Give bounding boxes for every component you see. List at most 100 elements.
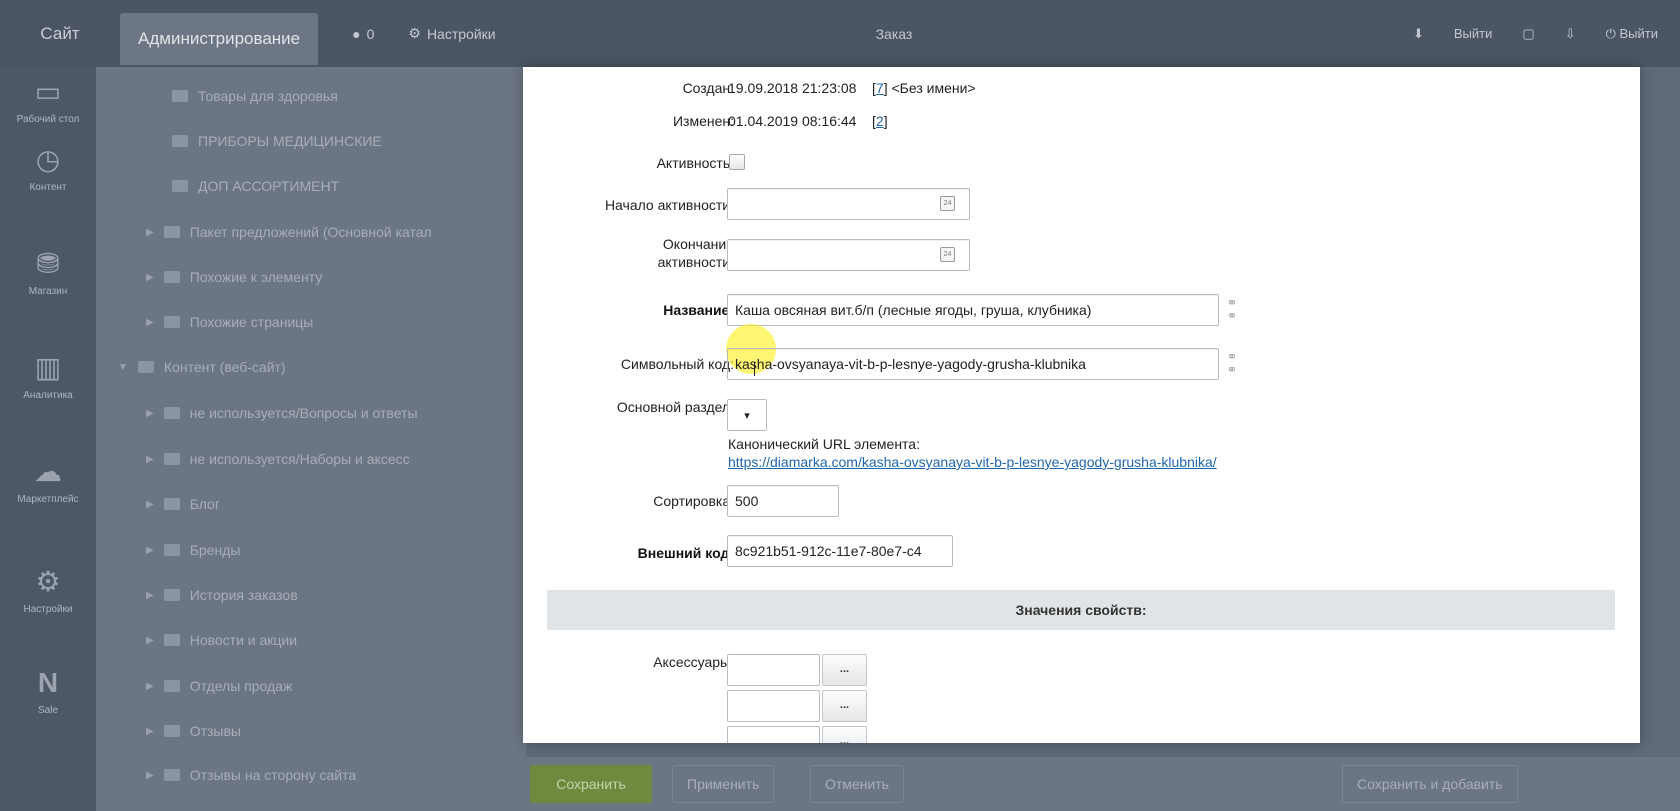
tree-item[interactable]: ▶ Отделы продаж — [146, 676, 292, 696]
list-icon — [163, 453, 180, 465]
list-icon — [163, 316, 180, 328]
xml-id-input[interactable]: 8c921b51-912c-11e7-80e7-c4 — [727, 535, 953, 567]
modified-label: Изменен: — [672, 113, 734, 129]
rail-shop[interactable]: ⛃ Магазин — [0, 247, 96, 297]
chevron-right-icon[interactable]: ▶ — [146, 726, 154, 737]
browse-button[interactable]: ... — [822, 654, 867, 686]
content-icon: ◷ — [35, 144, 61, 175]
rail-analytics[interactable]: ▥ Аналитика — [0, 351, 96, 401]
code-input[interactable]: kasha-ovsyanaya-vit-b-p-lesnye-yagody-gr… — [727, 348, 1219, 380]
canonical-label: Канонический URL элемента: — [728, 436, 920, 452]
list-icon — [163, 271, 180, 283]
canonical-url-link[interactable]: https://diamarka.com/kasha-ovsyanaya-vit… — [728, 454, 1217, 470]
modified-user-link[interactable]: 2 — [876, 113, 884, 129]
gear-icon: ⚙ — [35, 566, 61, 597]
folder-icon — [172, 135, 188, 147]
list-icon — [163, 680, 180, 692]
tree-item[interactable]: ▼ Контент (веб-сайт) — [118, 357, 286, 377]
tree-item[interactable]: ▶ История заказов — [146, 585, 298, 605]
top-center-item[interactable]: Заказ — [876, 26, 913, 42]
tree-item[interactable]: ▶ Похожие к элементу — [146, 267, 322, 287]
canonical-url-row: https://diamarka.com/kasha-ovsyanaya-vit… — [728, 452, 1217, 472]
rail-content[interactable]: ◷ Контент — [0, 143, 96, 193]
chevron-right-icon[interactable]: ▶ — [146, 499, 154, 510]
created-info: 19.09.2018 21:23:08 [7] <Без имени> — [728, 80, 976, 96]
list-icon — [163, 634, 180, 646]
chevron-right-icon[interactable]: ▶ — [146, 317, 154, 328]
link-icon[interactable]: ⚭ ⚭ — [1225, 350, 1239, 376]
tree-item[interactable]: ▶ Бренды — [146, 540, 240, 560]
active-from-input[interactable] — [727, 188, 970, 220]
browse-button[interactable]: ... — [822, 690, 867, 722]
section-label: Основной раздел: — [616, 399, 734, 415]
link-icon[interactable]: ⚭ ⚭ — [1225, 296, 1239, 322]
active-to-label: Окончание активности: — [657, 236, 734, 270]
accessory-input[interactable] — [727, 726, 820, 743]
active-to-input[interactable] — [727, 239, 970, 271]
save-button[interactable]: Сохранить — [530, 765, 652, 803]
tree-item[interactable]: Товары для здоровья — [172, 86, 338, 106]
accessories-label: Аксессуары: — [653, 654, 734, 670]
tree-item[interactable]: ▶ Новости и акции — [146, 630, 297, 650]
notifications-button[interactable]: ● 0 — [352, 26, 374, 42]
site-tab[interactable]: Сайт — [0, 24, 120, 44]
active-checkbox[interactable] — [729, 154, 745, 170]
calendar-icon[interactable]: 24 — [940, 196, 955, 211]
settings-button[interactable]: ⚙ Настройки — [408, 25, 495, 42]
chevron-right-icon[interactable]: ▶ — [146, 770, 154, 781]
sort-input[interactable]: 500 — [727, 485, 839, 517]
tree-item[interactable]: ▶ Похожие страницы — [146, 312, 313, 332]
rail-desktop[interactable]: ▭ Рабочий стол — [0, 75, 96, 125]
list-icon — [163, 498, 180, 510]
rail-marketplace[interactable]: ☁ Маркетплейс — [0, 455, 96, 505]
tree-item[interactable]: ▶ не используется/Наборы и аксесс — [146, 449, 410, 469]
chevron-down-icon[interactable]: ▼ — [118, 362, 128, 373]
calendar-icon[interactable]: 24 — [940, 247, 955, 262]
properties-header: Значения свойств: — [547, 590, 1615, 630]
cancel-button[interactable]: Отменить — [810, 765, 904, 803]
browse-button[interactable]: ... — [822, 726, 867, 743]
chevron-right-icon[interactable]: ▶ — [146, 590, 154, 601]
list-icon — [163, 544, 180, 556]
section-select[interactable]: ▾ — [727, 399, 767, 431]
active-label: Активность: — [656, 155, 734, 171]
logout-button[interactable]: ⏻ Выйти — [1606, 26, 1658, 42]
code-label: Символьный код: — [620, 356, 734, 372]
created-user-link[interactable]: 7 — [876, 80, 884, 96]
chevron-right-icon[interactable]: ▶ — [146, 272, 154, 283]
n-logo-icon: N — [37, 667, 59, 698]
tree-item[interactable]: ▶ не используется/Вопросы и ответы — [146, 403, 418, 423]
created-date: 19.09.2018 21:23:08 — [728, 80, 857, 96]
name-label: Название: — [663, 302, 734, 318]
accessory-input[interactable] — [727, 690, 820, 722]
admin-tab[interactable]: Администрирование — [120, 12, 319, 65]
pin-icon[interactable]: ⇩ — [1565, 26, 1576, 42]
user-link[interactable]: Выйти — [1454, 26, 1493, 41]
bell-icon: ● — [352, 25, 361, 42]
download-icon[interactable]: ⬇ — [1413, 26, 1424, 42]
apply-button[interactable]: Применить — [672, 765, 775, 803]
tree-item[interactable]: ▶ Пакет предложений (Основной катал — [146, 222, 432, 242]
list-icon — [163, 589, 180, 601]
gear-icon: ⚙ — [408, 25, 421, 41]
active-from-label: Начало активности: — [604, 197, 734, 213]
chevron-right-icon[interactable]: ▶ — [146, 681, 154, 692]
tree-item[interactable]: ▶ Отзывы на сторону сайта — [146, 765, 356, 785]
tree-item[interactable]: ▶ Отзывы — [146, 721, 241, 741]
chevron-right-icon[interactable]: ▶ — [146, 227, 154, 238]
chevron-right-icon[interactable]: ▶ — [146, 635, 154, 646]
chevron-right-icon[interactable]: ▶ — [146, 454, 154, 465]
chevron-right-icon[interactable]: ▶ — [146, 545, 154, 556]
rail-sale[interactable]: N Sale — [0, 667, 96, 716]
save-and-add-button[interactable]: Сохранить и добавить — [1342, 765, 1518, 803]
rail-settings[interactable]: ⚙ Настройки — [0, 565, 96, 615]
accessory-input[interactable] — [727, 654, 820, 686]
window-icon[interactable]: ▢ — [1522, 26, 1534, 42]
name-input[interactable]: Каша овсяная вит.б/п (лесные ягоды, груш… — [727, 294, 1219, 326]
sort-label: Сортировка: — [653, 493, 734, 509]
tree-item[interactable]: ▶ Блог — [146, 494, 220, 514]
chevron-right-icon[interactable]: ▶ — [146, 408, 154, 419]
tree-item[interactable]: ПРИБОРЫ МЕДИЦИНСКИЕ — [172, 131, 382, 151]
tree-item[interactable]: ДОП АССОРТИМЕНТ — [172, 176, 339, 196]
text-cursor-icon — [754, 362, 756, 376]
